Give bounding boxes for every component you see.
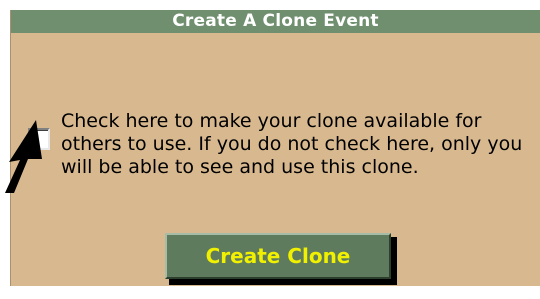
create-clone-panel: Create A Clone Event Check here to make … — [10, 10, 540, 286]
share-clone-description: Check here to make your clone available … — [61, 110, 523, 178]
dialog-title: Create A Clone Event — [11, 10, 540, 33]
create-clone-button[interactable]: Create Clone — [165, 233, 391, 279]
mouse-pointer-arrow-icon — [5, 120, 42, 193]
